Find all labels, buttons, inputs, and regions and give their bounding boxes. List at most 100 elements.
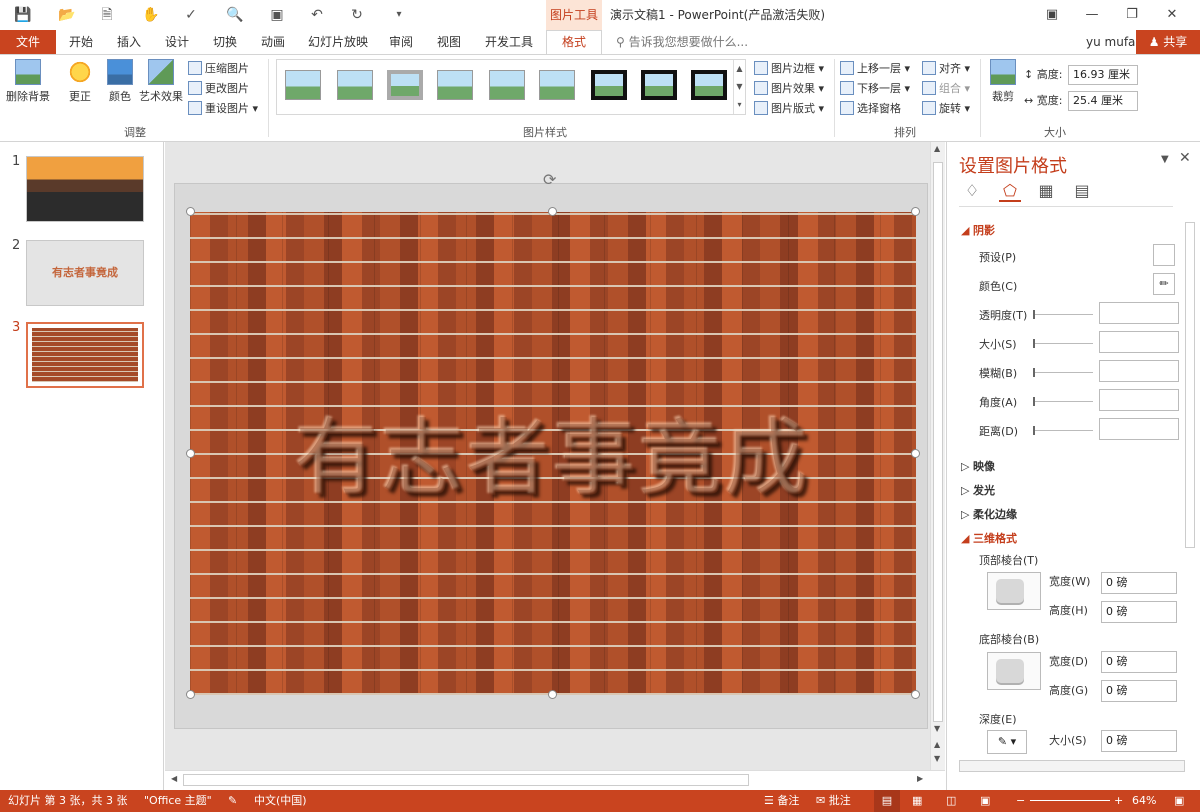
size-input[interactable] [1099,331,1179,353]
bottom-bevel-height-input[interactable]: 0 磅 [1101,680,1177,702]
redo-icon[interactable]: ↻ [346,4,368,26]
shadow-section[interactable]: ◢ 阴影 [961,222,995,238]
tab-file[interactable]: 文件 [0,30,56,54]
reflection-section[interactable]: ▷ 映像 [961,458,995,474]
style-thumb[interactable] [337,70,373,100]
tab-transitions[interactable]: 切换 [210,30,240,54]
fit-slide-icon[interactable]: ▣ [1174,790,1184,812]
new-icon[interactable]: 🗎 [96,4,118,26]
pane-hscrollbar[interactable] [959,760,1185,772]
tab-view[interactable]: 视图 [434,30,464,54]
zoom-in-icon[interactable]: + [1114,790,1123,812]
picture-effects-button[interactable]: 图片效果 ▾ [754,79,824,99]
style-thumb[interactable] [539,70,575,100]
previous-slide-icon[interactable]: ▲ [934,740,940,749]
vertical-scrollbar[interactable]: ▲ ▼ ▲ ▼ [930,142,945,770]
picture-layout-button[interactable]: 图片版式 ▾ [754,99,824,119]
zoom-out-icon[interactable]: − [1016,790,1025,812]
size-slider[interactable] [1033,339,1093,348]
tab-developer[interactable]: 开发工具 [482,30,536,54]
tell-me-search[interactable]: ⚲ 告诉我您想要做什么... [616,30,748,54]
tab-home[interactable]: 开始 [66,30,96,54]
fill-line-icon[interactable]: ♢ [961,180,983,202]
blur-slider[interactable] [1033,368,1093,377]
depth-color-icon[interactable]: ✎ ▾ [987,730,1027,754]
transparency-slider[interactable] [1033,310,1093,319]
rotate-button[interactable]: 旋转 ▾ [922,99,970,119]
selection-pane-button[interactable]: 选择窗格 [840,99,901,119]
zoom-slider[interactable] [1030,800,1110,801]
maximize-icon[interactable]: ❐ [1112,0,1152,30]
glow-section[interactable]: ▷ 发光 [961,482,995,498]
height-input[interactable]: 16.93 厘米 [1068,65,1138,85]
bottom-bevel-width-input[interactable]: 0 磅 [1101,651,1177,673]
normal-view-icon[interactable]: ▤ [874,790,900,812]
tab-review[interactable]: 审阅 [386,30,416,54]
resize-handle[interactable] [186,690,195,699]
crop-button[interactable]: 裁剪 [986,59,1020,104]
hscroll-thumb[interactable] [183,774,749,786]
resize-handle[interactable] [548,690,557,699]
scroll-thumb[interactable] [933,162,943,722]
brick-wall-picture[interactable]: 有志者事竟成 [190,212,916,695]
spelling-icon[interactable]: ✓ [180,4,202,26]
share-button[interactable]: ♟ 共享 [1136,30,1200,54]
pane-options-icon[interactable]: ▼ [1161,154,1169,165]
artistic-effects-button[interactable]: 艺术效果 [138,59,184,104]
slide-thumb-2[interactable]: 有志者事竟成 [26,240,144,306]
pane-scroll-thumb[interactable] [1185,222,1195,548]
gallery-scroll[interactable]: ▲ ▼ ▾ [733,60,745,114]
resize-handle[interactable] [911,207,920,216]
resize-handle[interactable] [186,207,195,216]
angle-slider[interactable] [1033,397,1093,406]
resize-handle[interactable] [911,449,920,458]
soft-edges-section[interactable]: ▷ 柔化边缘 [961,506,1017,522]
corrections-button[interactable]: 更正 [62,59,98,104]
resize-handle[interactable] [186,449,195,458]
tab-slideshow[interactable]: 幻灯片放映 [306,30,370,54]
resize-handle[interactable] [548,207,557,216]
compress-pictures-button[interactable]: 压缩图片 [188,59,249,79]
blur-input[interactable] [1099,360,1179,382]
save-icon[interactable]: 💾 [12,4,34,26]
undo-icon[interactable]: ↶ [306,4,328,26]
effects-pentagon-icon[interactable]: ⬠ [999,180,1021,202]
shadow-color-icon[interactable]: ✏ [1153,273,1175,295]
resize-handle[interactable] [911,690,920,699]
touch-mode-icon[interactable]: ✋ [140,4,162,26]
minimize-icon[interactable]: — [1072,0,1112,30]
slideshow-icon[interactable]: ▣ [266,4,288,26]
zoom-level[interactable]: 64% [1132,790,1156,812]
notes-button[interactable]: ☰ 备注 [764,790,799,812]
bring-forward-button[interactable]: 上移一层 ▾ [840,59,910,79]
style-thumb[interactable] [285,70,321,100]
top-bevel-height-input[interactable]: 0 磅 [1101,601,1177,623]
tab-animations[interactable]: 动画 [258,30,288,54]
angle-input[interactable] [1099,389,1179,411]
user-name[interactable]: yu mufa [1086,30,1135,54]
customize-qat-icon[interactable]: ▾ [388,4,410,26]
transparency-input[interactable] [1099,302,1179,324]
comments-button[interactable]: ✉ 批注 [816,790,851,812]
distance-input[interactable] [1099,418,1179,440]
scroll-right-icon[interactable]: ▶ [917,774,923,783]
pane-close-icon[interactable]: ✕ [1179,150,1191,166]
print-preview-icon[interactable]: 🔍 [224,4,246,26]
picture-icon[interactable]: ▤ [1071,180,1093,202]
style-thumb[interactable] [489,70,525,100]
scroll-up-icon[interactable]: ▲ [934,144,940,153]
next-slide-icon[interactable]: ▼ [934,754,940,763]
slideshow-view-icon[interactable]: ▣ [980,790,990,812]
style-thumb[interactable] [437,70,473,100]
color-button[interactable]: 颜色 [102,59,138,104]
align-button[interactable]: 对齐 ▾ [922,59,970,79]
size-properties-icon[interactable]: ▦ [1035,180,1057,202]
rotate-handle-icon[interactable]: ⟳ [543,170,556,189]
top-bevel-width-input[interactable]: 0 磅 [1101,572,1177,594]
bottom-bevel-button[interactable] [987,652,1041,690]
reading-view-icon[interactable]: ◫ [946,790,956,812]
tab-format[interactable]: 格式 [546,30,602,55]
horizontal-scrollbar[interactable]: ◀ ▶ [165,770,945,790]
depth-size-input[interactable]: 0 磅 [1101,730,1177,752]
scroll-left-icon[interactable]: ◀ [171,774,177,783]
